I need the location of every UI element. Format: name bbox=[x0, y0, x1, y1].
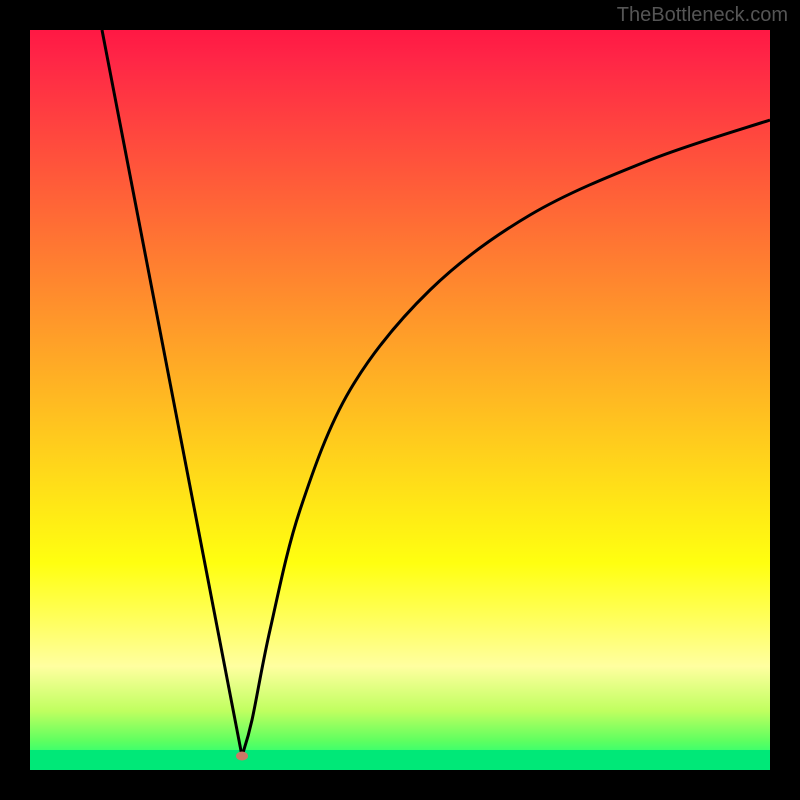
minimum-point-marker bbox=[236, 752, 248, 761]
watermark-text: TheBottleneck.com bbox=[617, 4, 788, 27]
chart-plot-area bbox=[30, 30, 770, 770]
curve-left-branch bbox=[102, 30, 242, 756]
curve-right-branch bbox=[242, 120, 770, 756]
bottleneck-curve bbox=[30, 30, 770, 770]
